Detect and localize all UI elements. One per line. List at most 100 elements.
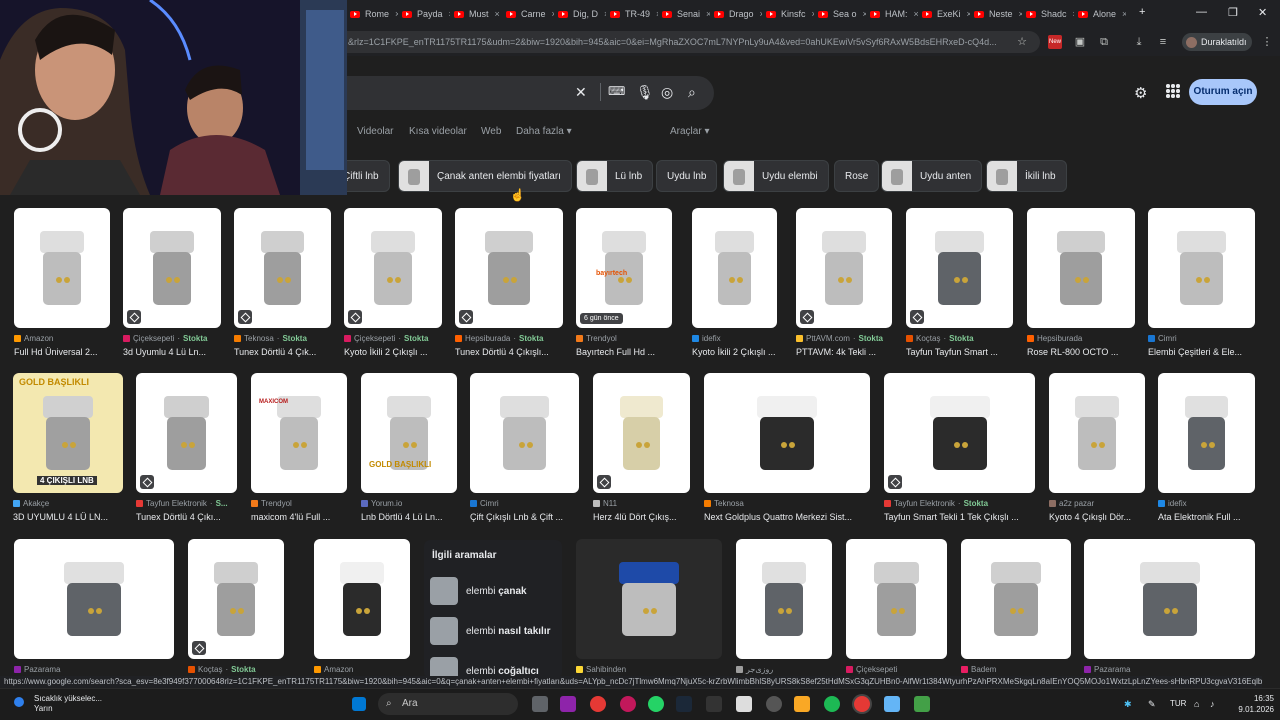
tab-close-icon[interactable]: × (656, 9, 658, 19)
result-source[interactable]: Yorum.io (361, 499, 457, 508)
result-source[interactable]: Pazarama (14, 665, 174, 674)
close-icon[interactable]: ✕ (1258, 6, 1267, 19)
result-title[interactable]: Next Goldplus Quattro Merkezi Sist... (704, 512, 876, 522)
browser-tab[interactable]: Senai × (662, 4, 710, 24)
result-thumbnail[interactable] (234, 208, 331, 328)
result-source[interactable]: Pazarama (1084, 665, 1255, 674)
image-result-card[interactable]: Pazarama (1084, 539, 1255, 699)
result-thumbnail[interactable] (704, 373, 870, 493)
browser-tab[interactable]: Neste × (974, 4, 1022, 24)
result-source[interactable]: idefix (1158, 499, 1255, 508)
photos-icon[interactable] (884, 696, 900, 712)
result-thumbnail[interactable] (455, 208, 563, 328)
tab-close-icon[interactable]: × (706, 9, 710, 19)
image-result-card[interactable]: PttAVM.com · Stokta PTTAVM: 4k Tekli ... (796, 208, 892, 368)
image-result-card[interactable]: Amazon (314, 539, 410, 699)
weather-widget[interactable]: Sıcaklık yükselec... Yarın (14, 694, 102, 714)
image-result-card[interactable]: Teknosa · Stokta Tunex Dörtlü 4 Çık... (234, 208, 331, 368)
result-title[interactable]: Elembi Çeşitleri & Ele... (1148, 347, 1261, 357)
result-source[interactable]: Trendyol (576, 334, 672, 343)
tools-button[interactable]: Araçlar ▾ (670, 126, 710, 137)
nvidia-icon[interactable] (914, 696, 930, 712)
result-thumbnail[interactable] (593, 373, 690, 493)
image-result-card[interactable]: Çiçeksepeti (846, 539, 947, 699)
clock[interactable]: 16:35 9.01.2026 (1228, 693, 1274, 715)
language-indicator[interactable]: TUR (1170, 699, 1186, 708)
result-source[interactable]: Teknosa · Stokta (234, 334, 331, 343)
tab-close-icon[interactable]: × (863, 9, 866, 19)
result-thumbnail[interactable] (1084, 539, 1255, 659)
result-thumbnail[interactable] (736, 539, 832, 659)
image-result-card[interactable]: Hepsiburada Rose RL-800 OCTO ... (1027, 208, 1135, 368)
image-result-card[interactable]: Tayfun Elektronik · S... Tunex Dörtlü 4 Çık… (136, 373, 237, 533)
image-result-card[interactable]: GOLD BAŞLIKLI Yorum.io Lnb Dörtlü 4 Lü Ln.… (361, 373, 457, 533)
steam-icon[interactable] (676, 696, 692, 712)
bluetooth-icon[interactable]: ✱ (1124, 699, 1132, 710)
result-thumbnail[interactable] (906, 208, 1013, 328)
browser-tab[interactable]: Shadc × (1026, 4, 1074, 24)
browser-tab[interactable]: HAM: × (870, 4, 918, 24)
result-thumbnail[interactable]: GOLD BAŞLIKLI (361, 373, 457, 493)
search-input[interactable] (320, 76, 714, 110)
result-title[interactable]: PTTAVM: 4k Tekli ... (796, 347, 898, 357)
result-thumbnail[interactable] (470, 373, 579, 493)
image-result-card[interactable]: GOLD BAŞLIKLI 4 ÇIKIŞLI LNB Akakçe 3D UYUML… (13, 373, 123, 533)
refine-chip[interactable]: Lü lnb (576, 160, 654, 192)
refine-chip[interactable]: Çanak anten elembi fiyatları (398, 160, 572, 192)
whatsapp-icon[interactable] (648, 696, 664, 712)
image-result-card[interactable]: bayırtech 6 gün önce Trendyol Bayırtech Ful… (576, 208, 672, 368)
browser-tab[interactable]: TR-49 × (610, 4, 658, 24)
file-explorer-icon[interactable] (794, 696, 810, 712)
puzzle-icon[interactable]: ⧉ (1097, 35, 1111, 49)
result-source[interactable]: Çiçeksepeti · Stokta (123, 334, 221, 343)
start-button-icon[interactable] (352, 697, 366, 711)
result-title[interactable]: Kyoto İkili 2 Çıkışlı ... (692, 347, 783, 357)
image-result-card[interactable]: Tayfun Elektronik · Stokta Tayfun Smart Tek… (884, 373, 1035, 533)
refine-chip[interactable]: Uydu lnb (656, 160, 718, 192)
search-icon[interactable]: ⌕ (688, 84, 696, 101)
tab-close-icon[interactable]: × (967, 9, 970, 19)
result-source[interactable]: Koçtaş · Stokta (188, 665, 284, 674)
refine-chip[interactable]: İkili lnb (986, 160, 1067, 192)
chrome-active-icon[interactable] (854, 696, 870, 712)
image-result-card[interactable]: Koçtaş · Stokta (188, 539, 284, 699)
maximize-icon[interactable]: ❐ (1228, 6, 1238, 19)
result-thumbnail[interactable] (796, 208, 892, 328)
reading-list-icon[interactable]: ≡ (1156, 35, 1170, 49)
result-title[interactable]: Kyoto 4 Çıkışlı Dör... (1049, 512, 1151, 522)
result-thumbnail[interactable] (14, 539, 174, 659)
tab-close-icon[interactable]: × (760, 9, 762, 19)
bookmark-star-icon[interactable]: ☆ (1015, 35, 1029, 49)
result-source[interactable]: a2z pazar (1049, 499, 1145, 508)
image-result-card[interactable]: Cimri Çift Çıkışlı Lnb & Çift ... (470, 373, 579, 533)
result-thumbnail[interactable] (136, 373, 237, 493)
tab-close-icon[interactable]: × (812, 9, 814, 19)
result-source[interactable]: Akakçe (13, 499, 123, 508)
tab-more[interactable]: Daha fazla ▾ (516, 126, 572, 137)
result-source[interactable]: Hepsiburada · Stokta (455, 334, 563, 343)
result-source[interactable]: Teknosa (704, 499, 870, 508)
result-title[interactable]: Tunex Dörtlü 4 Çık... (234, 347, 337, 357)
related-search-item[interactable]: elembi çanak (430, 576, 527, 606)
result-source[interactable]: Cimri (1148, 334, 1255, 343)
signin-button[interactable]: Oturum açın (1189, 79, 1257, 105)
tab-web[interactable]: Web (481, 126, 501, 137)
browser-tab[interactable]: Dig, D × (558, 4, 606, 24)
result-title[interactable]: Tayfun Smart Tekli 1 Tek Çıkışlı ... (884, 512, 1041, 522)
tab-close-icon[interactable]: × (914, 9, 919, 19)
copilot-icon[interactable] (560, 696, 576, 712)
result-thumbnail[interactable] (314, 539, 410, 659)
result-thumbnail[interactable]: bayırtech 6 gün önce (576, 208, 672, 328)
tab-close-icon[interactable]: × (495, 9, 500, 19)
download-icon[interactable]: ⤓ (1132, 35, 1146, 49)
result-source[interactable]: Amazon (314, 665, 410, 674)
result-source[interactable]: PttAVM.com · Stokta (796, 334, 892, 343)
result-title[interactable]: Rose RL-800 OCTO ... (1027, 347, 1141, 357)
epic-games-icon[interactable] (706, 696, 722, 712)
result-title[interactable]: Lnb Dörtlü 4 Lü Ln... (361, 512, 463, 522)
browser-tab[interactable]: Carne × (506, 4, 554, 24)
microphone-icon[interactable]: 🎙 (636, 84, 654, 101)
result-source[interactable]: Cimri (470, 499, 579, 508)
result-source[interactable]: Badem (961, 665, 1071, 674)
image-result-card[interactable]: Koçtaş · Stokta Tayfun Tayfun Smart ... (906, 208, 1013, 368)
